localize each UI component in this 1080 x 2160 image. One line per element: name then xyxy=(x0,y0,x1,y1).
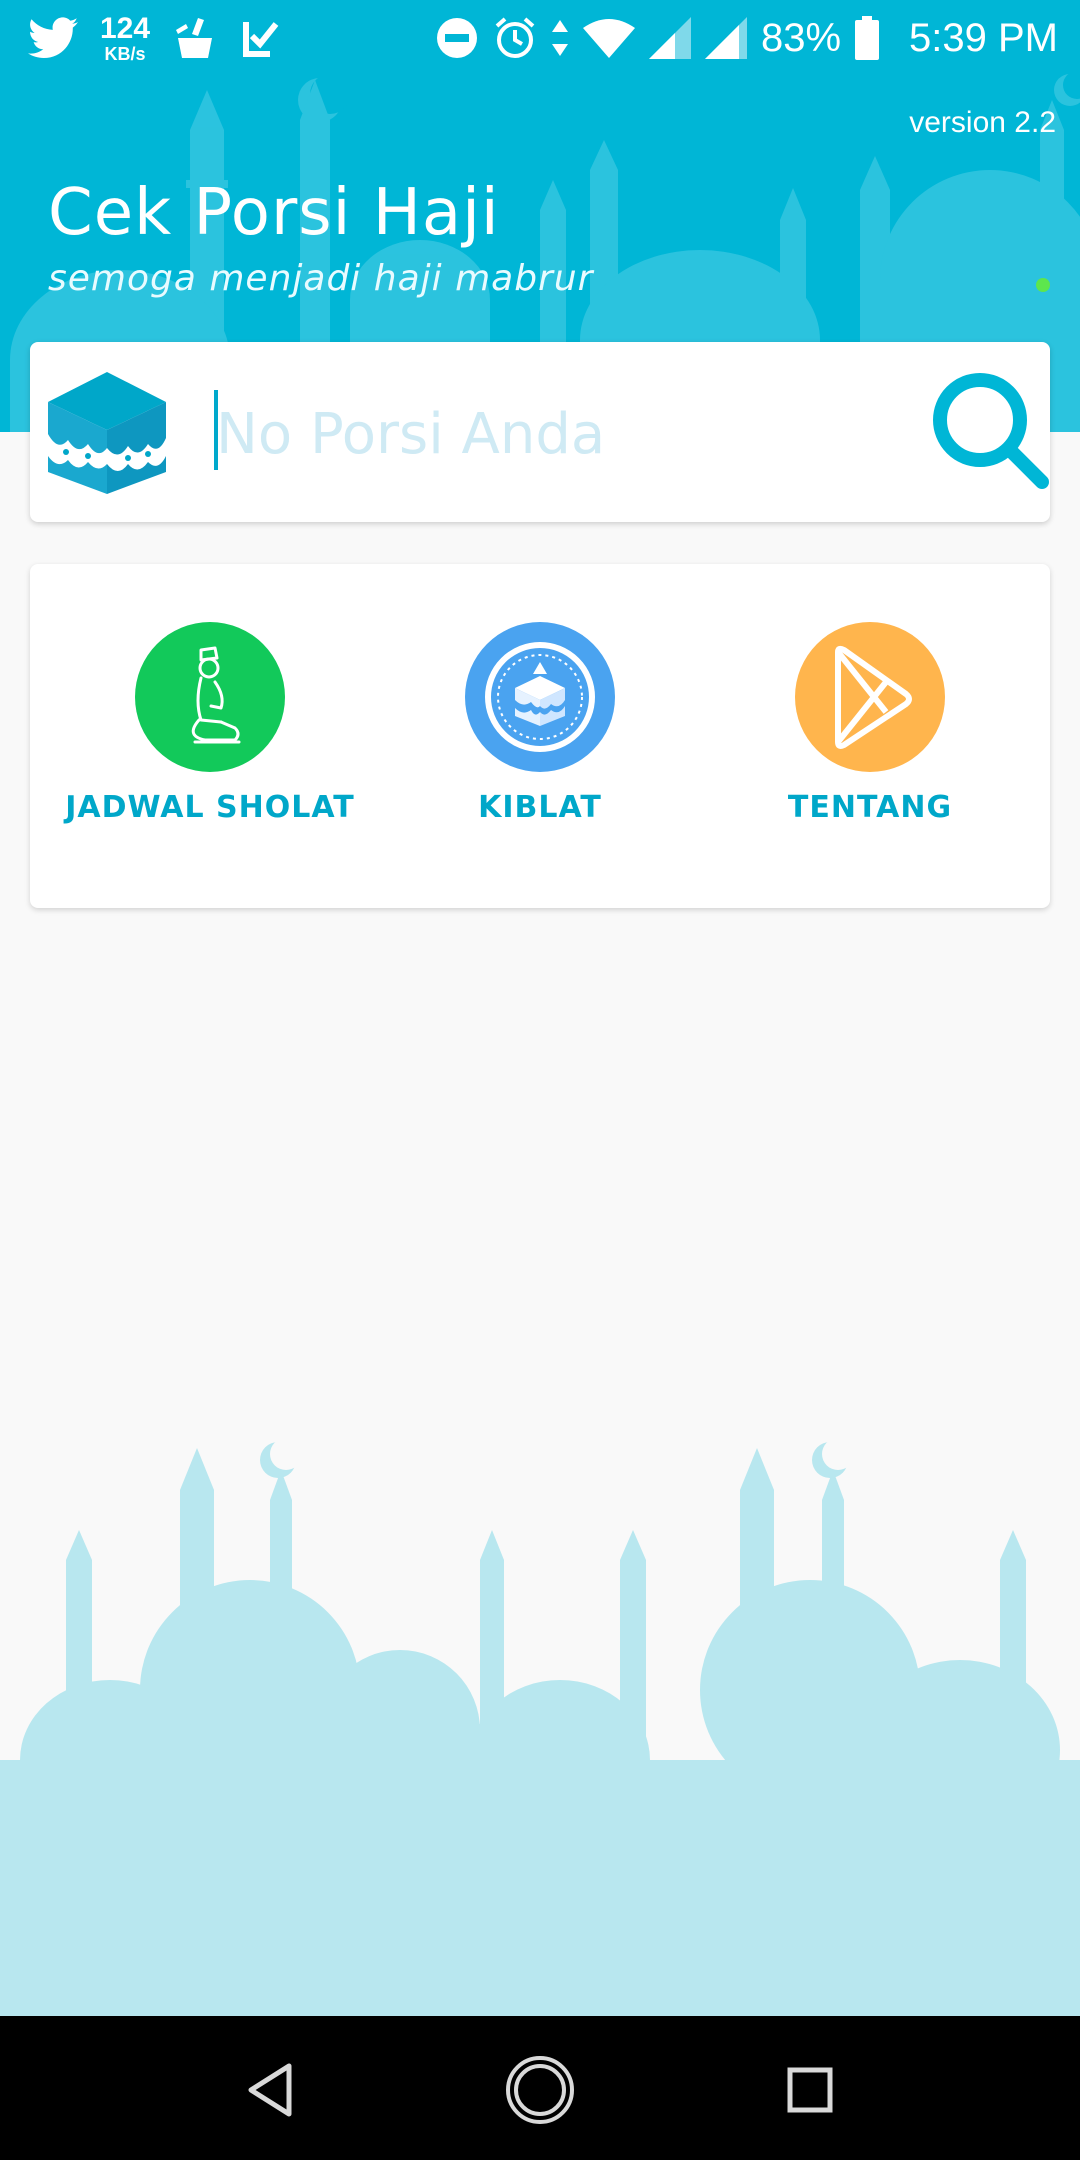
menu-card: JADWAL SHOLAT KIBLAT TENTANG xyxy=(30,564,1050,908)
battery-icon xyxy=(855,16,880,60)
search-button[interactable] xyxy=(924,364,1054,494)
menu-item-jadwal-sholat[interactable]: JADWAL SHOLAT xyxy=(60,622,360,862)
kaaba-compass-icon xyxy=(465,622,615,772)
status-bar-left: 124 KB/s xyxy=(28,10,280,66)
signal-icon-2 xyxy=(704,17,747,59)
app-subtitle: semoga menjadi haji mabrur xyxy=(48,258,594,299)
home-button[interactable] xyxy=(502,2052,578,2128)
menu-label-jadwal-sholat: JADWAL SHOLAT xyxy=(65,790,355,825)
net-speed-unit: KB/s xyxy=(104,43,146,64)
recents-icon xyxy=(787,2067,833,2113)
back-button[interactable] xyxy=(232,2052,308,2128)
twitter-icon xyxy=(28,17,78,59)
net-speed-value: 124 xyxy=(100,11,151,45)
battery-percent: 83% xyxy=(760,15,842,60)
status-dot xyxy=(1036,278,1050,292)
recents-button[interactable] xyxy=(772,2052,848,2128)
kaaba-icon xyxy=(48,372,166,494)
status-bar: 124 KB/s 83% 5:39 PM xyxy=(0,0,1080,72)
search-card xyxy=(30,342,1050,522)
alarm-icon xyxy=(493,16,537,60)
do-not-disturb-icon xyxy=(435,16,479,60)
app-title: Cek Porsi Haji xyxy=(48,176,500,250)
status-clock: 5:39 PM xyxy=(909,15,1058,60)
porsi-number-input[interactable] xyxy=(216,390,896,478)
signal-icon xyxy=(648,17,691,59)
home-icon xyxy=(506,2056,574,2124)
search-icon xyxy=(933,373,1049,489)
system-nav-bar xyxy=(0,2016,1080,2160)
status-bar-right: 83% 5:39 PM xyxy=(435,10,1058,66)
app-version: version 2.2 xyxy=(909,106,1056,139)
menu-item-tentang[interactable]: TENTANG xyxy=(720,622,1020,862)
menu-item-kiblat[interactable]: KIBLAT xyxy=(390,622,690,862)
check-icon xyxy=(240,18,280,58)
menu-label-tentang: TENTANG xyxy=(787,790,953,825)
net-speed-indicator: 124 KB/s xyxy=(100,11,151,64)
back-icon xyxy=(248,2063,292,2117)
wifi-icon xyxy=(582,18,635,58)
menu-label-kiblat: KIBLAT xyxy=(478,790,602,825)
data-arrows-icon xyxy=(551,18,569,58)
mosque-skyline-decoration-bottom xyxy=(0,1438,1080,2016)
app-screen: 124 KB/s 83% 5:39 PM version 2.2 Cek Por… xyxy=(0,0,1080,2160)
play-store-icon xyxy=(795,622,945,772)
cleaner-icon xyxy=(172,18,218,58)
praying-person-icon xyxy=(135,622,285,772)
